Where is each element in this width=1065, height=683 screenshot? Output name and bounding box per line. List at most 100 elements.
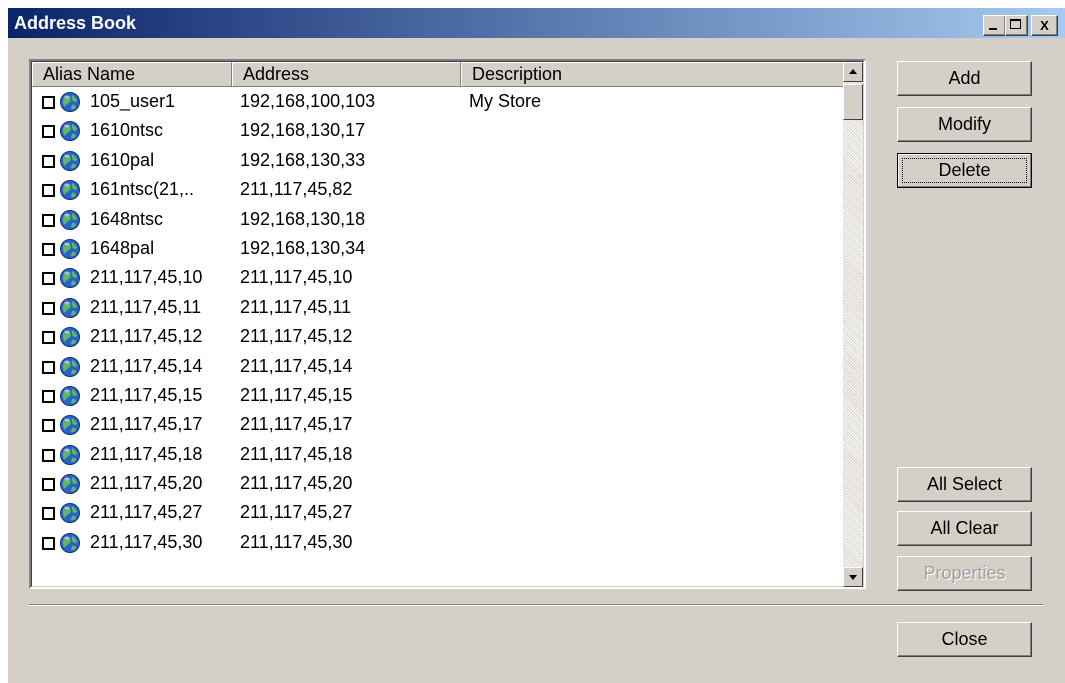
modify-button[interactable]: Modify [897, 107, 1032, 142]
globe-icon [59, 120, 81, 142]
alias-name-cell: 211,117,45,27 [90, 502, 203, 523]
address-cell: 192,168,130,18 [240, 208, 366, 229]
address-cell: 211,117,45,10 [240, 267, 353, 288]
address-cell: 211,117,45,27 [240, 502, 353, 523]
maximize-button[interactable] [1005, 15, 1028, 36]
list-item[interactable]: 105_user1 192,168,100,103 My Store [32, 89, 846, 118]
alias-name-cell: 1610ntsc [90, 120, 164, 141]
row-checkbox[interactable] [42, 125, 55, 139]
globe-icon [59, 385, 81, 407]
row-checkbox[interactable] [42, 96, 55, 109]
row-checkbox[interactable] [42, 331, 55, 345]
list-frame: Alias Name Address Description 105_user1… [31, 61, 864, 587]
alias-name-cell: 1648pal [90, 237, 155, 258]
globe-icon [59, 444, 81, 466]
list-item[interactable]: 211,117,45,12 211,117,45,12 [32, 324, 846, 353]
column-header-address[interactable]: Address [232, 62, 461, 87]
row-checkbox[interactable] [42, 419, 55, 433]
list-rows: 105_user1 192,168,100,103 My Store 1610ntsc… [32, 89, 846, 559]
close-button[interactable]: Close [897, 622, 1032, 657]
row-checkbox[interactable] [42, 272, 55, 286]
address-cell: 211,117,45,17 [240, 414, 353, 435]
globe-icon [59, 238, 81, 260]
alias-name-cell: 211,117,45,14 [90, 355, 203, 376]
list-item[interactable]: 211,117,45,11 211,117,45,11 [32, 295, 846, 324]
delete-button[interactable]: Delete [897, 153, 1032, 188]
list-item[interactable]: 211,117,45,10 211,117,45,10 [32, 265, 846, 294]
address-cell: 211,117,45,82 [240, 179, 353, 200]
alias-name-cell: 1648ntsc [90, 208, 164, 229]
all-select-button[interactable]: All Select [897, 467, 1032, 502]
globe-icon [59, 179, 81, 201]
alias-name-cell: 211,117,45,15 [90, 384, 203, 405]
address-cell: 211,117,45,12 [240, 326, 353, 347]
row-checkbox[interactable] [42, 389, 55, 403]
row-checkbox[interactable] [42, 360, 55, 374]
globe-icon [59, 326, 81, 348]
column-header-alias[interactable]: Alias Name [32, 62, 232, 87]
arrow-down-icon [849, 575, 857, 580]
address-cell: 211,117,45,18 [240, 443, 353, 464]
list-item[interactable]: 211,117,45,15 211,117,45,15 [32, 383, 846, 412]
alias-name-cell: 211,117,45,20 [90, 473, 203, 494]
scroll-down-button[interactable] [843, 567, 863, 587]
row-checkbox[interactable] [42, 536, 55, 550]
column-header-description[interactable]: Description [461, 62, 846, 87]
vertical-scrollbar[interactable] [843, 62, 863, 587]
alias-name-cell: 211,117,45,30 [90, 531, 203, 552]
scroll-up-button[interactable] [843, 62, 863, 82]
list-item[interactable]: 211,117,45,20 211,117,45,20 [32, 471, 846, 500]
address-book-window: Address Book X Alias Name Address Descri… [8, 8, 1065, 683]
alias-name-cell: 1610pal [90, 149, 155, 170]
list-item[interactable]: 211,117,45,27 211,117,45,27 [32, 500, 846, 529]
globe-icon [59, 150, 81, 172]
address-cell: 192,168,130,33 [240, 149, 366, 170]
address-list[interactable]: Alias Name Address Description 105_user1… [29, 59, 866, 589]
list-item[interactable]: 1610ntsc 192,168,130,17 [32, 118, 846, 147]
alias-name-cell: 211,117,45,10 [90, 267, 203, 288]
row-checkbox[interactable] [42, 507, 55, 521]
globe-icon [59, 473, 81, 495]
row-checkbox[interactable] [42, 154, 55, 168]
globe-icon [59, 209, 81, 231]
row-checkbox[interactable] [42, 448, 55, 462]
close-window-button[interactable]: X [1031, 15, 1058, 36]
list-item[interactable]: 161ntsc(21,.. 211,117,45,82 [32, 177, 846, 206]
arrow-up-icon [849, 69, 857, 74]
alias-name-cell: 211,117,45,17 [90, 414, 203, 435]
list-item[interactable]: 211,117,45,17 211,117,45,17 [32, 412, 846, 441]
maximize-icon [1010, 19, 1021, 29]
minimize-icon [989, 28, 997, 30]
all-clear-button[interactable]: All Clear [897, 511, 1032, 546]
list-item[interactable]: 211,117,45,30 211,117,45,30 [32, 530, 846, 559]
list-item[interactable]: 1610pal 192,168,130,33 [32, 148, 846, 177]
address-cell: 192,168,100,103 [240, 91, 376, 111]
scroll-thumb[interactable] [843, 84, 863, 120]
list-item[interactable]: 211,117,45,14 211,117,45,14 [32, 354, 846, 383]
list-item[interactable]: 1648ntsc 192,168,130,18 [32, 207, 846, 236]
window-title: Address Book [14, 13, 137, 33]
alias-name-cell: 161ntsc(21,.. [90, 179, 195, 200]
globe-icon [59, 297, 81, 319]
row-checkbox[interactable] [42, 478, 55, 492]
description-cell: My Store [469, 91, 542, 111]
add-button[interactable]: Add [897, 61, 1032, 96]
minimize-button[interactable] [983, 15, 1006, 36]
address-cell: 192,168,130,17 [240, 120, 366, 141]
alias-name-cell: 211,117,45,11 [90, 296, 202, 317]
alias-name-cell: 105_user1 [90, 91, 176, 111]
properties-button[interactable]: Properties [897, 556, 1032, 591]
address-cell: 211,117,45,30 [240, 531, 353, 552]
address-cell: 211,117,45,15 [240, 384, 353, 405]
address-cell: 211,117,45,20 [240, 473, 353, 494]
separator [29, 604, 1043, 606]
row-checkbox[interactable] [42, 242, 55, 256]
row-checkbox[interactable] [42, 184, 55, 198]
list-item[interactable]: 1648pal 192,168,130,34 [32, 236, 846, 265]
close-icon: X [1040, 18, 1049, 33]
title-bar[interactable]: Address Book X [8, 8, 1065, 38]
row-checkbox[interactable] [42, 301, 55, 315]
list-item[interactable]: 211,117,45,18 211,117,45,18 [32, 442, 846, 471]
globe-icon [59, 91, 81, 113]
row-checkbox[interactable] [42, 213, 55, 227]
